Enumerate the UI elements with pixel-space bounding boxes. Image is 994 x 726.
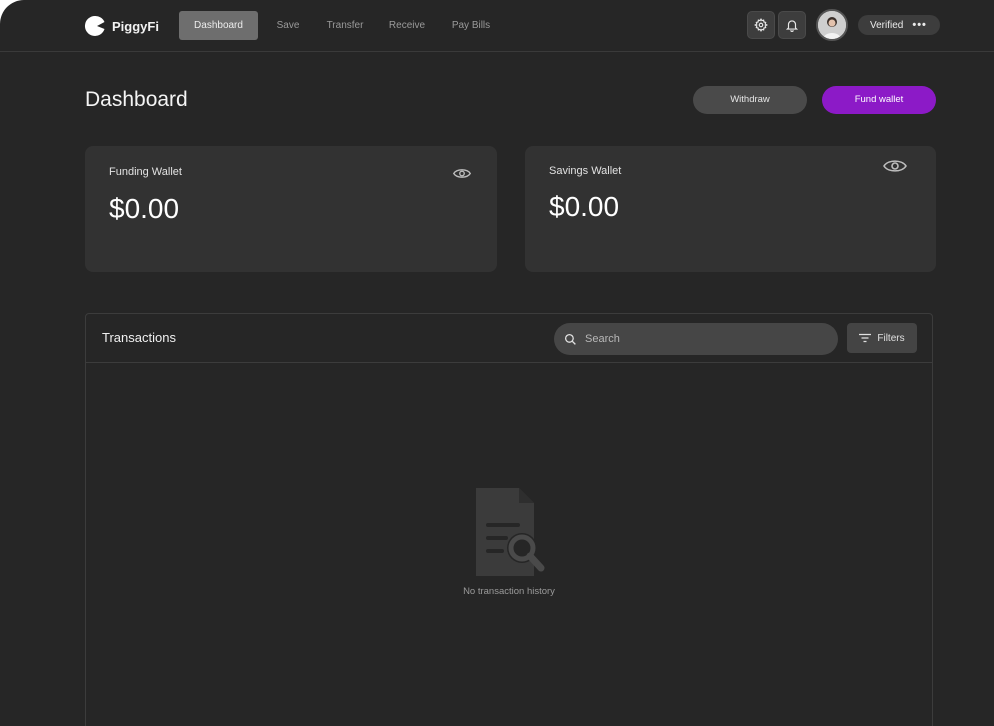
nav-transfer[interactable]: Transfer [320, 11, 370, 40]
empty-state: No transaction history [86, 484, 932, 597]
fund-wallet-button[interactable]: Fund wallet [822, 86, 936, 114]
savings-wallet-card: Savings Wallet $0.00 [525, 146, 936, 272]
search-box[interactable] [554, 323, 838, 355]
transactions-panel: Transactions Filters [85, 313, 933, 726]
eye-icon[interactable] [883, 158, 907, 174]
nav-save[interactable]: Save [268, 11, 308, 40]
document-search-icon [476, 488, 545, 576]
brand-name: PiggyFi [112, 18, 159, 34]
page-title: Dashboard [85, 88, 188, 111]
app-window: PiggyFi Dashboard Save Transfer Receive … [0, 0, 994, 726]
verified-status-menu[interactable]: Verified ••• [858, 15, 940, 35]
empty-message: No transaction history [463, 586, 555, 597]
filter-icon [859, 333, 872, 343]
verified-label: Verified [870, 19, 904, 31]
savings-wallet-label: Savings Wallet [549, 165, 622, 177]
avatar[interactable] [816, 9, 848, 41]
top-nav: PiggyFi Dashboard Save Transfer Receive … [0, 0, 994, 52]
user-photo-icon [818, 11, 846, 39]
withdraw-button[interactable]: Withdraw [693, 86, 807, 114]
funding-wallet-label: Funding Wallet [109, 166, 182, 178]
funding-wallet-card: Funding Wallet $0.00 [85, 146, 497, 272]
transactions-header: Transactions Filters [86, 314, 932, 363]
savings-wallet-balance: $0.00 [549, 191, 620, 222]
bell-icon [785, 20, 799, 32]
eye-icon[interactable] [453, 167, 471, 180]
more-icon: ••• [912, 19, 927, 31]
gear-icon [754, 18, 768, 32]
filters-label: Filters [877, 332, 905, 344]
settings-button[interactable] [747, 11, 775, 39]
transactions-title: Transactions [102, 330, 176, 345]
filters-button[interactable]: Filters [847, 323, 917, 353]
logo[interactable]: PiggyFi [84, 15, 159, 37]
funding-wallet-balance: $0.00 [109, 193, 180, 224]
nav-receive[interactable]: Receive [383, 11, 431, 40]
search-icon [564, 333, 576, 345]
nav-pay-bills[interactable]: Pay Bills [446, 11, 496, 40]
nav-dashboard[interactable]: Dashboard [179, 11, 258, 40]
logo-icon [84, 15, 105, 36]
notifications-button[interactable] [778, 11, 806, 39]
search-input[interactable] [583, 332, 827, 346]
